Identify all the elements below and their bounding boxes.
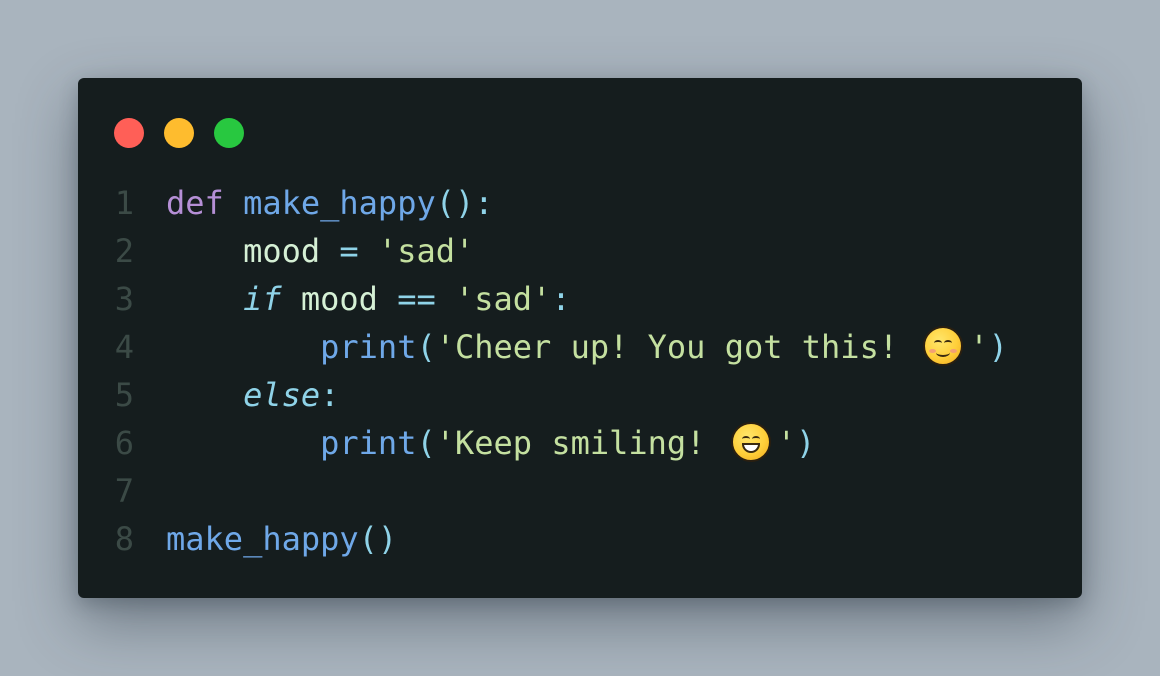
code-token-kwi: else [243, 376, 321, 414]
code-token-op: = [339, 232, 359, 270]
line-number: 2 [114, 232, 134, 270]
code-line: 2 mood = 'sad' [78, 227, 1082, 275]
code-token-str: ' [969, 328, 989, 366]
line-content: mood = 'sad' [166, 227, 474, 275]
maximize-button[interactable] [214, 118, 244, 148]
code-token-punc: () [358, 520, 398, 558]
code-token-fn: make_happy [166, 520, 359, 558]
close-button[interactable] [114, 118, 144, 148]
code-token-var: mood [243, 232, 321, 270]
code-token-punc: (): [435, 184, 494, 222]
line-content: else: [166, 371, 339, 419]
code-token-str: 'sad' [377, 232, 475, 270]
code-token-punc: : [320, 376, 340, 414]
code-token-var: mood [300, 280, 378, 318]
code-line: 7 [78, 467, 1082, 515]
code-line: 1 def make_happy(): [78, 179, 1082, 227]
line-number: 4 [114, 328, 134, 366]
code-token-str: ' [776, 424, 796, 462]
code-token-kwi: if [243, 280, 282, 318]
code-token-op: == [397, 280, 436, 318]
line-number: 3 [114, 280, 134, 318]
code-token-str: 'Cheer up! You got this! [435, 328, 918, 366]
code-token-punc: : [551, 280, 571, 318]
line-number: 1 [114, 184, 134, 222]
line-content: def make_happy(): [166, 179, 494, 227]
grinning-face-with-smiling-eyes-emoji-icon [730, 422, 771, 462]
window-controls [114, 118, 244, 148]
code-line: 5 else: [78, 371, 1082, 419]
code-line: 3 if mood == 'sad': [78, 275, 1082, 323]
line-number: 7 [114, 472, 134, 510]
code-token-fn: print [320, 328, 417, 366]
minimize-button[interactable] [164, 118, 194, 148]
code-token-punc: ( [416, 328, 436, 366]
code-token-fn: print [320, 424, 417, 462]
line-number: 8 [114, 520, 134, 558]
line-content: if mood == 'sad': [166, 275, 571, 323]
line-number: 6 [114, 424, 134, 462]
smiling-face-with-smiling-eyes-emoji-icon [923, 326, 964, 366]
code-token-str: 'sad' [454, 280, 552, 318]
code-token-punc: ) [988, 328, 1008, 366]
line-content: print('Keep smiling! ') [166, 419, 815, 467]
line-number: 5 [114, 376, 134, 414]
code-token-punc: ) [795, 424, 816, 462]
code-token-punc: ( [416, 424, 436, 462]
code-line: 6 print('Keep smiling! ') [78, 419, 1082, 467]
code-line: 8 make_happy() [78, 515, 1082, 563]
code-window: 1 def make_happy(): 2 mood = 'sad' 3 if moo… [78, 78, 1082, 598]
line-content: print('Cheer up! You got this! ') [166, 323, 1008, 371]
code-line: 4 print('Cheer up! You got this! ') [78, 323, 1082, 371]
code-token-str: 'Keep smiling! [435, 424, 725, 462]
line-content: make_happy() [166, 515, 397, 563]
code-token-fn: make_happy [243, 184, 436, 222]
code-block[interactable]: 1 def make_happy(): 2 mood = 'sad' 3 if moo… [78, 179, 1082, 563]
code-token-kw: def [166, 184, 224, 222]
